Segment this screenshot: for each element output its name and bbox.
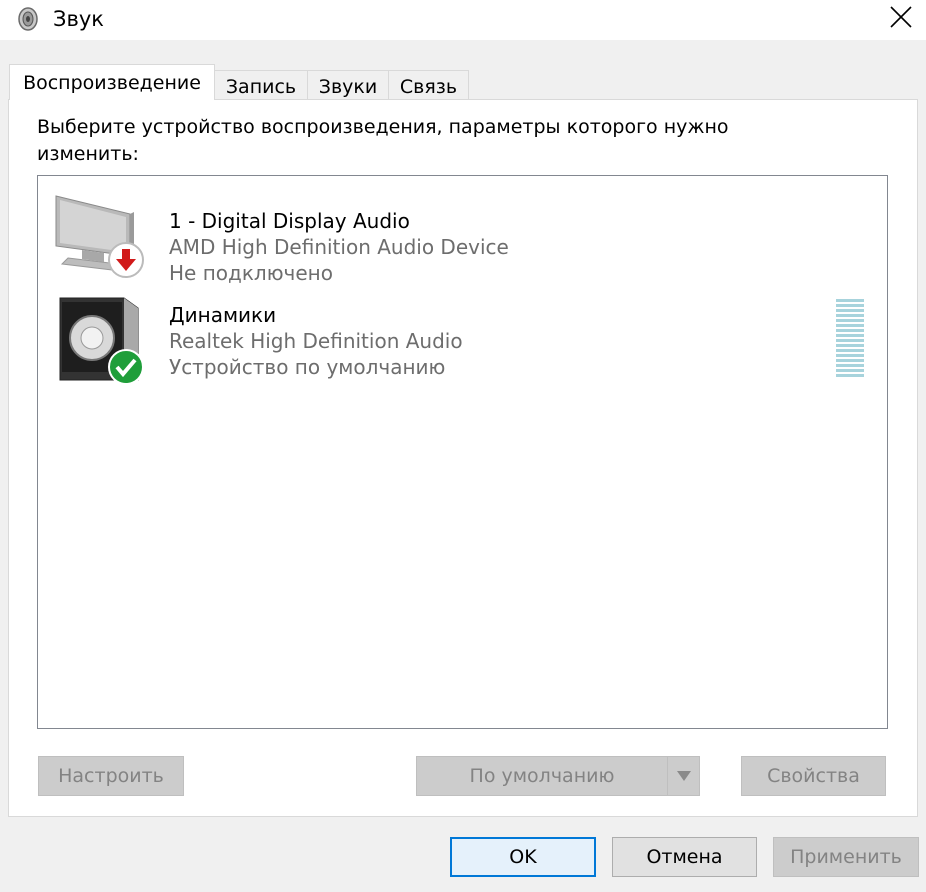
close-icon	[890, 6, 912, 28]
tab-playback[interactable]: Воспроизведение	[9, 64, 215, 100]
instruction-line-1: Выберите устройство воспроизведения, пар…	[37, 116, 729, 138]
set-default-label: По умолчанию	[469, 765, 615, 787]
disconnected-arrow-icon	[108, 242, 144, 278]
properties-button[interactable]: Свойства	[741, 756, 886, 796]
instruction-text: Выберите устройство воспроизведения, пар…	[37, 114, 817, 168]
configure-button[interactable]: Настроить	[38, 756, 184, 796]
device-name: 1 - Digital Display Audio	[169, 209, 410, 233]
device-name: Динамики	[169, 303, 277, 327]
device-item-speakers[interactable]: Динамики Realtek High Definition Audio У…	[38, 294, 887, 394]
checkmark-icon	[108, 349, 144, 385]
device-driver: Realtek High Definition Audio	[169, 329, 463, 353]
device-status: Не подключено	[169, 261, 333, 285]
apply-button[interactable]: Применить	[773, 837, 919, 877]
set-default-dropdown[interactable]	[667, 757, 699, 795]
device-driver: AMD High Definition Audio Device	[169, 235, 509, 259]
tab-communications[interactable]: Связь	[388, 70, 469, 100]
title-bar: Звук	[0, 0, 926, 40]
ok-button[interactable]: OK	[450, 837, 596, 877]
device-item-digital-display[interactable]: 1 - Digital Display Audio AMD High Defin…	[38, 188, 887, 288]
speaker-icon	[16, 6, 40, 32]
device-status: Устройство по умолчанию	[169, 355, 446, 379]
instruction-line-2: изменить:	[37, 143, 139, 165]
close-button[interactable]	[876, 0, 926, 38]
volume-level-meter	[836, 299, 864, 377]
tab-recording[interactable]: Запись	[214, 70, 308, 100]
window-title: Звук	[53, 7, 104, 31]
chevron-down-icon	[677, 771, 691, 781]
set-default-button[interactable]: По умолчанию	[416, 756, 700, 796]
device-list[interactable]: 1 - Digital Display Audio AMD High Defin…	[37, 175, 888, 729]
cancel-button[interactable]: Отмена	[612, 837, 757, 877]
tab-sounds[interactable]: Звуки	[307, 70, 389, 100]
default-badge	[107, 348, 145, 386]
disconnected-badge	[107, 241, 145, 279]
